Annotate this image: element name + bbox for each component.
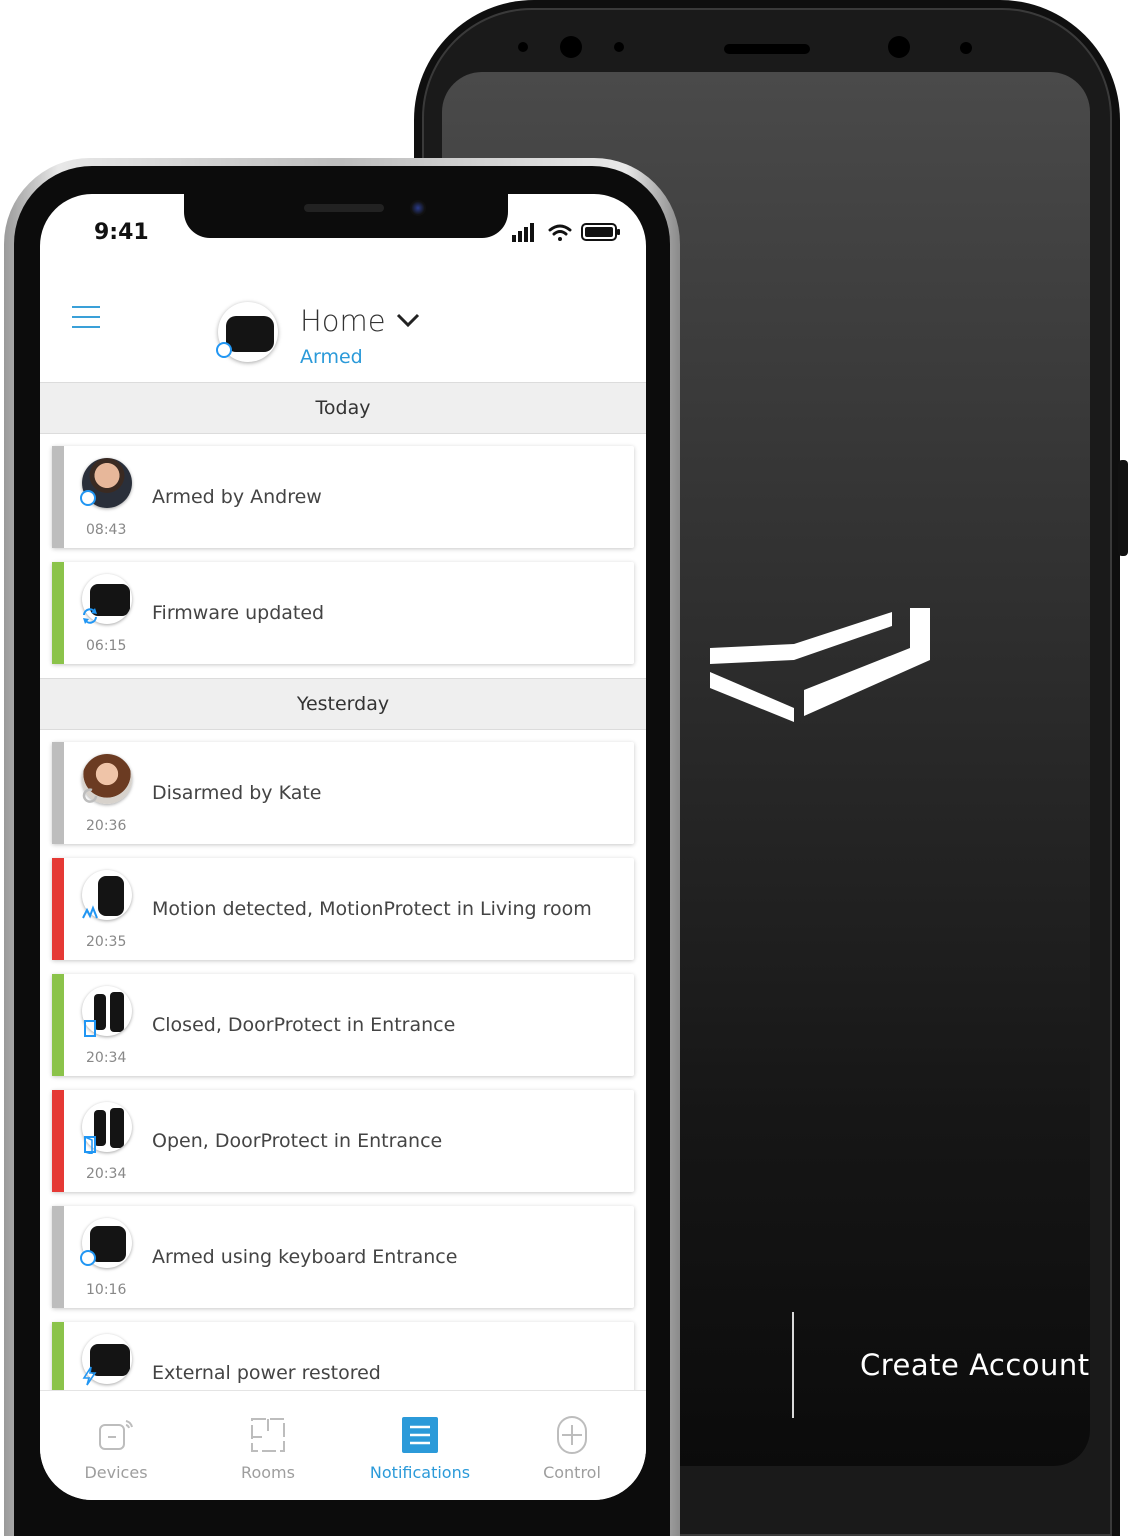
event-text: Armed by Andrew (152, 486, 322, 508)
front-camera (410, 200, 426, 216)
tab-notifications[interactable]: Notifications (344, 1391, 496, 1500)
event-status-bar (52, 974, 64, 1076)
earpiece-speaker (724, 44, 810, 54)
event-status-bar (52, 858, 64, 960)
app-header: Home Armed (40, 266, 646, 382)
event-time: 10:16 (86, 1282, 127, 1298)
event-time: 20:36 (86, 818, 127, 834)
signal-icon (512, 223, 534, 242)
event-text: Closed, DoorProtect in Entrance (152, 1014, 456, 1036)
armed-icon (80, 490, 96, 506)
tab-label: Devices (84, 1463, 148, 1482)
section-header-yesterday: Yesterday (40, 678, 646, 730)
armed-status-icon (216, 342, 232, 358)
hub-status: Armed (300, 346, 363, 368)
battery-icon (581, 223, 620, 241)
section-header-today: Today (40, 382, 646, 434)
iris-scanner (888, 36, 910, 58)
event-status-bar (52, 446, 64, 548)
notifications-icon (402, 1417, 438, 1453)
event-card[interactable]: Armed by Andrew 08:43 (52, 446, 634, 548)
event-status-bar (52, 742, 64, 844)
earpiece-speaker (304, 204, 384, 212)
event-card[interactable]: Closed, DoorProtect in Entrance 20:34 (52, 974, 634, 1076)
hub-device-icon (226, 316, 274, 352)
power-icon (82, 1366, 97, 1386)
ajax-logo-icon (710, 608, 930, 722)
event-time: 08:43 (86, 522, 127, 538)
event-text: Armed using keyboard Entrance (152, 1246, 458, 1268)
rooms-icon (251, 1418, 285, 1452)
event-text: Disarmed by Kate (152, 782, 322, 804)
tab-label: Rooms (241, 1463, 295, 1482)
door-icon (84, 1020, 96, 1037)
front-sensor (614, 42, 624, 52)
status-icons (512, 223, 620, 242)
event-card[interactable]: Armed using keyboard Entrance 10:16 (52, 1206, 634, 1308)
event-status-bar (52, 1206, 64, 1308)
disarmed-icon (82, 788, 98, 803)
event-status-bar (52, 1090, 64, 1192)
tab-label: Notifications (369, 1463, 471, 1482)
event-status-bar (52, 562, 64, 664)
notch (184, 194, 508, 238)
front-sensor (960, 42, 972, 54)
iphone: 9:41 Home Armed Today Armed by Andrew 08… (4, 158, 680, 1536)
hub-avatar[interactable] (216, 302, 278, 362)
tab-control[interactable]: Control (496, 1391, 646, 1500)
door-icon (84, 1136, 96, 1154)
hub-name[interactable]: Home (300, 304, 386, 338)
armed-icon (80, 1250, 96, 1266)
motion-icon (82, 905, 98, 919)
create-account-button[interactable]: Create Account (860, 1348, 1090, 1382)
event-time: 06:15 (86, 638, 127, 654)
event-card[interactable]: Disarmed by Kate 20:36 (52, 742, 634, 844)
event-text: Open, DoorProtect in Entrance (152, 1130, 443, 1152)
menu-icon[interactable] (72, 306, 100, 328)
tab-devices[interactable]: Devices (40, 1391, 192, 1500)
bottom-tab-bar: Devices Rooms Notifications Control (40, 1390, 646, 1500)
app-screen: 9:41 Home Armed Today Armed by Andrew 08… (40, 194, 646, 1500)
sync-icon (83, 608, 97, 624)
power-button (1118, 460, 1128, 556)
front-camera (560, 36, 582, 58)
event-text: Firmware updated (152, 602, 325, 624)
devices-icon (99, 1420, 133, 1450)
event-card[interactable]: Open, DoorProtect in Entrance 20:34 (52, 1090, 634, 1192)
event-time: 20:34 (86, 1050, 127, 1066)
event-text: Motion detected, MotionProtect in Living… (152, 898, 592, 920)
event-time: 20:34 (86, 1166, 127, 1182)
wifi-icon (548, 224, 572, 241)
status-time: 9:41 (94, 220, 149, 245)
event-card[interactable]: Motion detected, MotionProtect in Living… (52, 858, 634, 960)
event-card[interactable]: Firmware updated 06:15 (52, 562, 634, 664)
tab-label: Control (543, 1463, 601, 1482)
event-time: 20:35 (86, 934, 127, 950)
chevron-down-icon[interactable] (396, 312, 420, 328)
control-icon (557, 1416, 587, 1454)
front-sensor (518, 42, 528, 52)
tab-rooms[interactable]: Rooms (192, 1391, 344, 1500)
event-text: External power restored (152, 1362, 381, 1384)
divider (792, 1312, 794, 1418)
